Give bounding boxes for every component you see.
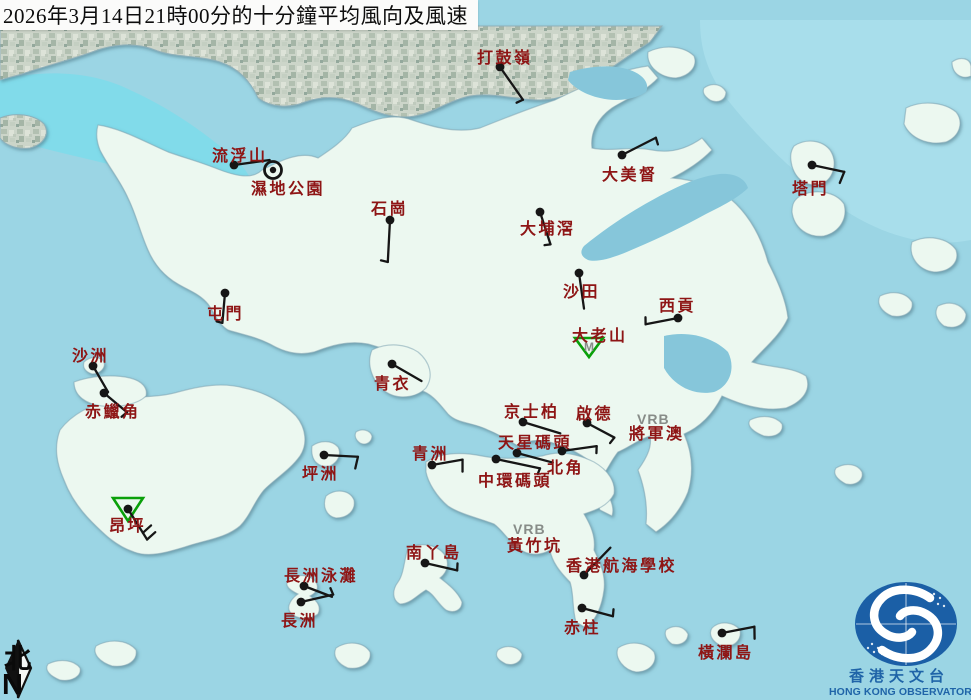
hko-name-chinese: 香港天文台 [829, 669, 969, 686]
map-title: 2026年3月14日21時00分的十分鐘平均風向及風速 [3, 0, 468, 30]
station-label: 大美督 [602, 165, 658, 184]
station-label: 濕地公園 [251, 179, 325, 198]
station-dot-icon [388, 360, 397, 369]
north-label-n: N [2, 672, 42, 698]
station-dot-icon [320, 451, 329, 460]
station-dot-icon [100, 389, 109, 398]
station-label: 青洲 [412, 444, 449, 463]
station-label: 長洲 [281, 612, 318, 630]
station-label: 赤柱 [564, 618, 601, 637]
station-dot-icon [575, 269, 584, 278]
station-label: 北角 [547, 458, 584, 477]
station-dot-icon [578, 604, 587, 613]
ninepin-islet [936, 303, 966, 327]
station-dot-icon [808, 161, 817, 170]
station-label: 昂坪 [109, 517, 146, 535]
station-label: 坪洲 [302, 465, 339, 483]
station-label: 黃竹坑 [506, 536, 563, 555]
vrb-label: VRB [637, 411, 670, 427]
station-label: 南丫島 [406, 543, 462, 562]
wind-barb-feather-icon [613, 609, 614, 616]
station-label: 赤鱲角 [85, 402, 141, 421]
beaufort-island [665, 627, 688, 645]
calm-wind-center-icon [270, 167, 276, 173]
hong-kong-map: 打鼓嶺流浮山濕地公園石崗大美督塔門大埔滘沙田屯門西貢M大老山沙洲赤鱲角青衣京士柏… [0, 0, 971, 700]
station-label: 沙田 [563, 283, 600, 301]
station-dot-icon [221, 289, 230, 298]
station-label: 西貢 [659, 297, 696, 315]
hko-name-english: HONG KONG OBSERVATORY [829, 686, 969, 698]
station-label: 大老山 [572, 326, 628, 345]
station-label: 香港航海學校 [565, 556, 677, 575]
station-dot-icon [558, 447, 567, 456]
station-dot-icon [124, 505, 133, 514]
wind-map-screen: 打鼓嶺流浮山濕地公園石崗大美督塔門大埔滘沙田屯門西貢M大老山沙洲赤鱲角青衣京士柏… [0, 0, 971, 700]
hko-logo-block: 香港天文台 HONG KONG OBSERVATORY [829, 581, 969, 698]
station-label: 長洲泳灘 [284, 566, 358, 585]
station-label: 塔門 [792, 179, 829, 198]
station-label: 中環碼頭 [478, 471, 552, 490]
station-label: 屯門 [207, 304, 244, 323]
station-label: 橫瀾島 [698, 643, 754, 662]
north-indicator: 北 N [2, 646, 42, 698]
station-label: 青衣 [374, 374, 411, 393]
wind-barb-feather-icon [381, 260, 388, 262]
title-bar: 2026年3月14日21時00分的十分鐘平均風向及風速 [0, 0, 478, 30]
station-dot-icon [297, 598, 306, 607]
station-label: 大埔滘 [520, 219, 576, 238]
station-dot-icon [536, 208, 545, 217]
station-label: 沙洲 [72, 347, 109, 365]
station-dot-icon [718, 629, 727, 638]
station-label: 啟德 [576, 404, 613, 423]
station-dot-icon [618, 151, 627, 160]
station-label: 流浮山 [212, 146, 268, 165]
station-label: 石崗 [370, 199, 408, 218]
station-label: 打鼓嶺 [477, 48, 533, 67]
station-label: 將軍澳 [629, 424, 685, 443]
station-dot-icon [492, 455, 501, 464]
hei-ling-chau-island [324, 491, 354, 518]
station-label: 京士柏 [504, 402, 560, 421]
vrb-label: VRB [513, 521, 546, 537]
wind-barb-feather-icon [545, 244, 551, 245]
